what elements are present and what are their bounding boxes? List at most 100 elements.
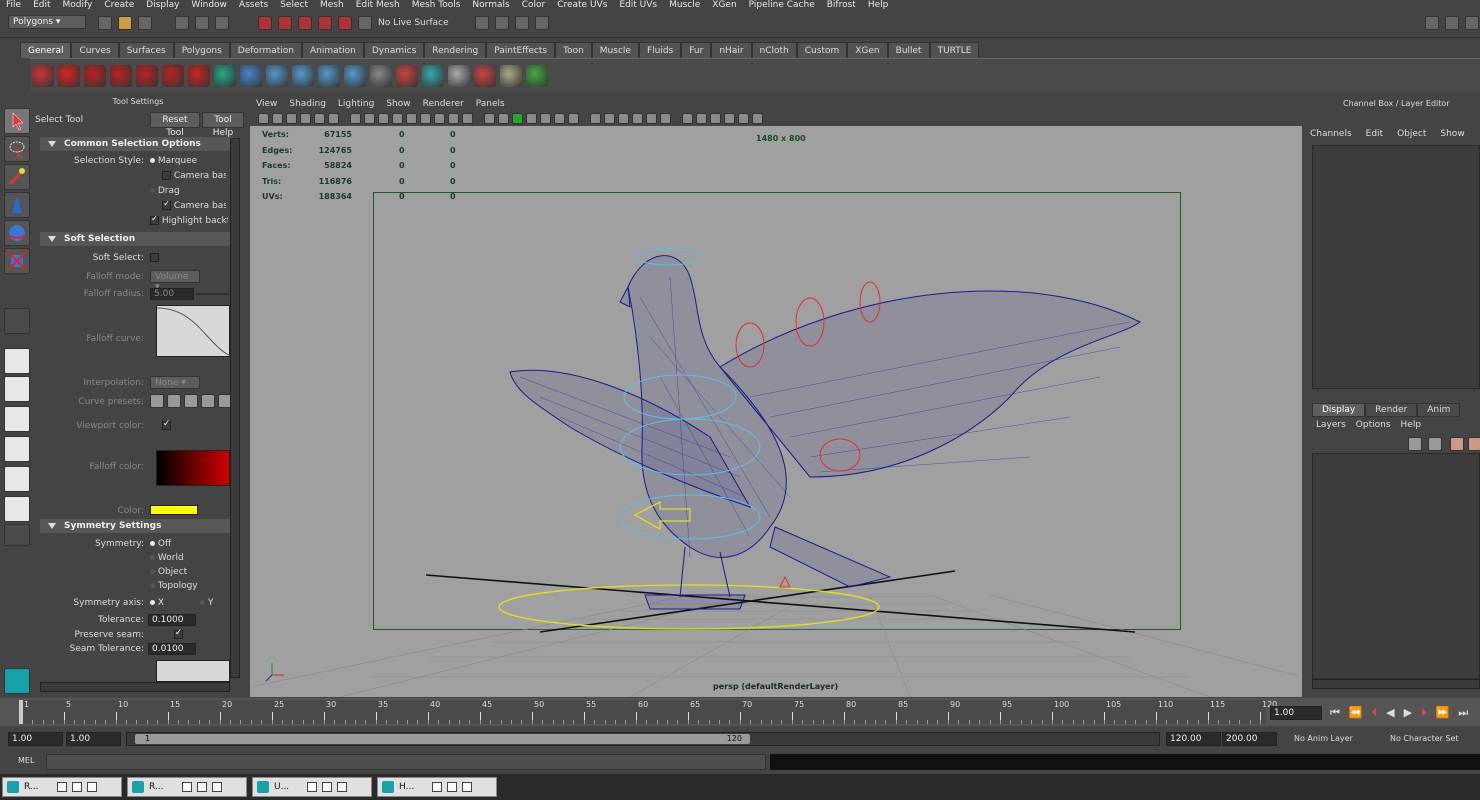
minimize-icon[interactable]: [57, 782, 67, 792]
playback-start-field[interactable]: 1.00: [66, 732, 121, 746]
shelf-tab-rendering[interactable]: Rendering: [424, 42, 487, 58]
minimize-icon[interactable]: [182, 782, 192, 792]
hypershade-icon[interactable]: [84, 64, 106, 87]
viewport-panel[interactable]: View Shading Lighting Show Renderer Panels Ve…: [250, 97, 1302, 697]
channel-box-hscrollbar[interactable]: [1312, 679, 1480, 689]
joint-icon[interactable]: [266, 64, 288, 87]
ik-icon[interactable]: [292, 64, 314, 87]
render-view-icon[interactable]: [475, 16, 489, 30]
layer-menu-layers[interactable]: Layers: [1316, 420, 1346, 430]
tool-settings-vscrollbar[interactable]: [230, 138, 240, 678]
shelf-tab-polygons[interactable]: Polygons: [173, 42, 230, 58]
layer-tab-anim[interactable]: Anim: [1417, 403, 1461, 417]
graph-editor-layout-icon[interactable]: [4, 436, 30, 462]
refresh-icon[interactable]: [214, 64, 236, 87]
snap-grid-icon[interactable]: [258, 16, 272, 30]
rotate-tool-icon[interactable]: [4, 220, 30, 246]
highlight-backface-checkbox[interactable]: Highlight backface: [150, 216, 228, 226]
range-slider-handle[interactable]: 1 120: [135, 734, 750, 744]
menu-help[interactable]: Help: [862, 0, 895, 11]
menu-create-uvs[interactable]: Create UVs: [551, 0, 613, 11]
menu-mesh[interactable]: Mesh: [314, 0, 350, 11]
viewport-color-checkbox[interactable]: [161, 419, 171, 430]
step-back-frame-icon[interactable]: ⏪: [1349, 706, 1363, 720]
script-editor-layout-icon[interactable]: [4, 496, 30, 522]
layer-down-icon[interactable]: [1468, 437, 1480, 451]
minimize-icon[interactable]: [432, 782, 442, 792]
save-scene-icon[interactable]: [138, 16, 152, 30]
close-icon[interactable]: [87, 782, 97, 792]
skin-icon[interactable]: [318, 64, 340, 87]
soft-select-checkbox[interactable]: [150, 253, 159, 262]
snap-plane-icon[interactable]: [318, 16, 332, 30]
go-to-start-icon[interactable]: ⏮: [1330, 706, 1340, 720]
single-perspective-layout-icon[interactable]: [4, 348, 30, 374]
character-set-dropdown[interactable]: No Character Set: [1380, 732, 1480, 746]
falloff-mode-dropdown[interactable]: Volume ▾: [150, 270, 200, 292]
channel-box-area[interactable]: [1312, 145, 1480, 389]
menu-color[interactable]: Color: [516, 0, 552, 11]
axis-x-radio[interactable]: X: [150, 598, 164, 608]
shelf-tab-curves[interactable]: Curves: [71, 42, 119, 58]
new-layer-icon[interactable]: [1408, 437, 1422, 451]
symmetry-off-radio[interactable]: Off: [150, 539, 171, 549]
menu-select[interactable]: Select: [274, 0, 314, 11]
channel-menu-object[interactable]: Object: [1397, 129, 1426, 139]
paint-select-icon[interactable]: [4, 164, 30, 190]
select-component-icon[interactable]: [215, 16, 229, 30]
layer-menu-help[interactable]: Help: [1401, 420, 1422, 430]
menu-modify[interactable]: Modify: [57, 0, 99, 11]
step-forward-key-icon[interactable]: ⏵: [1421, 706, 1427, 720]
camera-based-checkbox-2[interactable]: Camera based: [162, 201, 226, 211]
layer-tab-display[interactable]: Display: [1312, 403, 1366, 417]
magnet-icon[interactable]: [188, 64, 210, 87]
curve-preset-icon[interactable]: [167, 394, 181, 408]
menu-create[interactable]: Create: [98, 0, 140, 11]
curve-preset-icon[interactable]: [150, 394, 164, 408]
snap-curve-icon[interactable]: [278, 16, 292, 30]
channel-menu-edit[interactable]: Edit: [1366, 129, 1383, 139]
close-icon[interactable]: [337, 782, 347, 792]
live-surface-icon[interactable]: [358, 16, 372, 30]
last-tool-icon[interactable]: [4, 308, 30, 334]
ipr-icon[interactable]: [136, 64, 158, 87]
shelf-tab-toon[interactable]: Toon: [555, 42, 592, 58]
shelf-tab-painteffects[interactable]: PaintEffects: [486, 42, 556, 58]
menu-file[interactable]: File: [0, 0, 27, 11]
menu-edit-mesh[interactable]: Edit Mesh: [350, 0, 406, 11]
transform-icon[interactable]: [500, 64, 522, 87]
shelf-tab-bullet[interactable]: Bullet: [887, 42, 930, 58]
brush-icon[interactable]: [474, 64, 496, 87]
shelf-menu-icon[interactable]: [12, 44, 26, 88]
shelf-tab-xgen[interactable]: XGen: [847, 42, 888, 58]
select-hierarchy-icon[interactable]: [175, 16, 189, 30]
seam-tolerance-field[interactable]: 0.0100: [148, 643, 196, 655]
restore-icon[interactable]: [322, 782, 332, 792]
shelf-tab-fur[interactable]: Fur: [681, 42, 712, 58]
common-selection-header[interactable]: Common Selection Options: [40, 137, 234, 151]
cube-icon[interactable]: [448, 64, 470, 87]
taskbar-window[interactable]: R...: [2, 777, 122, 797]
menu-assets[interactable]: Assets: [233, 0, 274, 11]
taskbar-window[interactable]: U...: [252, 777, 372, 797]
menu-edit-uvs[interactable]: Edit UVs: [613, 0, 663, 11]
falloff-curve-graph[interactable]: [156, 305, 232, 357]
move-tool-icon[interactable]: [4, 192, 30, 218]
window-icon[interactable]: [370, 64, 392, 87]
scene-end-field[interactable]: 200.00: [1222, 732, 1277, 746]
layer-tab-render[interactable]: Render: [1365, 403, 1418, 417]
symmetry-object-radio[interactable]: Object: [150, 567, 187, 577]
current-time-field[interactable]: 1.00: [1270, 706, 1322, 720]
sphere-icon[interactable]: [240, 64, 262, 87]
channel-menu-channels[interactable]: Channels: [1310, 129, 1352, 139]
help-icon[interactable]: [58, 64, 80, 87]
tolerance-field[interactable]: 0.1000: [148, 614, 196, 626]
mode-dropdown[interactable]: Polygons ▾: [8, 15, 86, 29]
select-tool-icon[interactable]: [4, 108, 30, 134]
four-view-layout-icon[interactable]: [4, 376, 30, 402]
open-scene-icon[interactable]: [118, 16, 132, 30]
layout-menu-icon[interactable]: [4, 524, 30, 546]
shelf-tab-animation[interactable]: Animation: [301, 42, 364, 58]
toggle-panel-icon[interactable]: [1425, 16, 1439, 30]
shelf-tab-surfaces[interactable]: Surfaces: [118, 42, 174, 58]
